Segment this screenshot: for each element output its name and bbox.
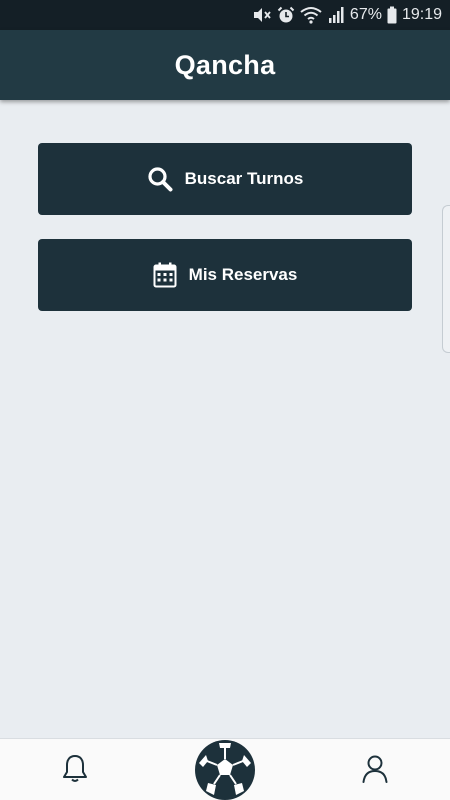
my-reservations-button[interactable]: Mis Reservas bbox=[38, 239, 412, 311]
signal-icon bbox=[327, 6, 345, 24]
clock-time: 19:19 bbox=[401, 6, 442, 23]
soccer-ball-icon bbox=[194, 739, 256, 800]
main-content: Buscar Turnos Mis Reservas bbox=[0, 100, 450, 738]
bell-icon bbox=[59, 752, 91, 789]
nav-home[interactable] bbox=[194, 739, 256, 800]
alarm-icon bbox=[277, 6, 295, 24]
my-reservations-label: Mis Reservas bbox=[188, 265, 298, 284]
bottom-nav bbox=[0, 738, 450, 800]
wifi-icon bbox=[300, 6, 322, 24]
nav-profile[interactable] bbox=[340, 739, 410, 800]
search-icon bbox=[147, 166, 173, 192]
user-icon bbox=[359, 752, 391, 789]
side-panel-handle[interactable] bbox=[442, 205, 450, 353]
app-bar: Qancha bbox=[0, 30, 450, 100]
battery-icon bbox=[387, 6, 397, 24]
app-title: Qancha bbox=[174, 49, 276, 80]
status-bar: 67% 19:19 bbox=[0, 0, 450, 30]
nav-notifications[interactable] bbox=[40, 739, 110, 800]
calendar-icon bbox=[153, 262, 177, 288]
search-slots-label: Buscar Turnos bbox=[184, 169, 304, 188]
search-slots-button[interactable]: Buscar Turnos bbox=[38, 143, 412, 215]
mute-icon bbox=[252, 6, 272, 24]
battery-percent: 67% bbox=[349, 6, 382, 23]
